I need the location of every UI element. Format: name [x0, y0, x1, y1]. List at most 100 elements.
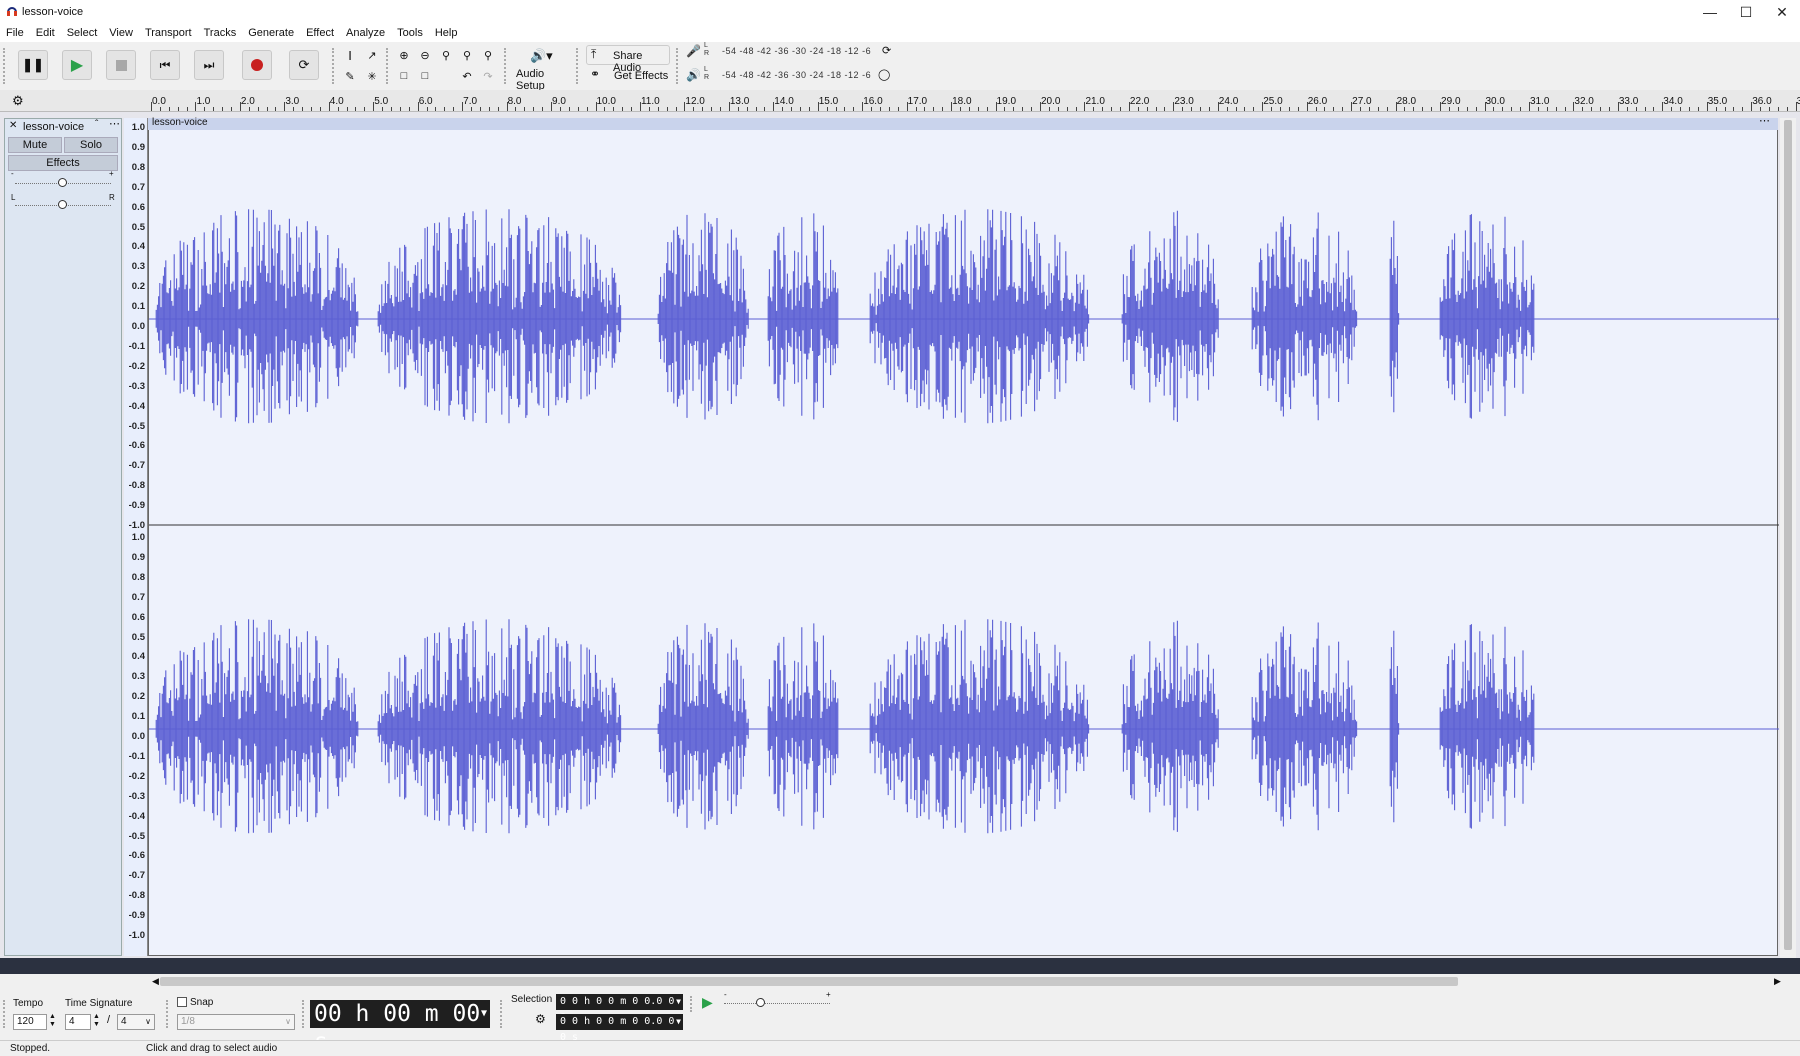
clip-title-bar[interactable]: lesson-voice ⋯	[148, 115, 1778, 130]
selection-grip[interactable]	[500, 1000, 504, 1028]
pan-slider[interactable]	[58, 200, 67, 209]
numerator-spinner-icon[interactable]: ▲ ▼	[93, 1013, 100, 1029]
menu-tools[interactable]: Tools	[397, 27, 423, 39]
zoom-toggle-button[interactable]: ⚲	[478, 45, 498, 65]
selection-end-time[interactable]: 0 0 h 0 0 m 0 0.0 0 0 s ▼	[556, 1014, 683, 1043]
clip-name[interactable]: lesson-voice	[152, 117, 208, 128]
snap-checkbox[interactable]	[177, 997, 187, 1007]
time-grip[interactable]	[302, 1000, 306, 1028]
menu-effect[interactable]: Effect	[306, 27, 334, 39]
timeline-ruler[interactable]: ⚙ 0.0 1.0 2.0 3.0 4.0 5.0 6.0 7.0 8.0 9.0 10.0 11.0…	[0, 90, 1800, 112]
amplitude-label: 0.6	[131, 611, 145, 623]
track-control-panel[interactable]: ✕ lesson-voice ˆ ⋯ Mute Solo Effects - +…	[4, 118, 122, 956]
snap-select[interactable]: 1/8 ∨	[177, 1014, 295, 1030]
collapse-track-icon[interactable]: ˆ	[95, 119, 98, 130]
play-button[interactable]: ▶	[62, 50, 92, 80]
stop-button[interactable]	[106, 50, 136, 80]
record-meter[interactable]: L R -54 -48 -42 -36 -30 -24 -18 -12 -6	[704, 42, 894, 61]
ruler-tick-label: 22.0	[1129, 96, 1150, 107]
menu-select[interactable]: Select	[67, 27, 98, 39]
fit-selection-button[interactable]: ⚲	[436, 45, 456, 65]
zoom-in-button[interactable]: ⊕	[394, 45, 414, 65]
selection-start-time[interactable]: 0 0 h 0 0 m 0 0.0 0 0 s▼	[556, 994, 683, 1023]
menu-file[interactable]: File	[6, 27, 24, 39]
draw-tool-button[interactable]: ✎	[340, 66, 360, 86]
amplitude-label: 0.0	[131, 731, 145, 742]
skip-end-button[interactable]: ⏭	[194, 50, 224, 80]
fit-project-button[interactable]: ⚲	[457, 45, 477, 65]
record-button[interactable]	[242, 50, 272, 80]
horizontal-scroll-thumb[interactable]	[160, 977, 1458, 986]
meter-grip[interactable]	[676, 48, 680, 84]
speed-grip[interactable]	[690, 996, 694, 1012]
play-at-speed-icon[interactable]: ▶	[702, 994, 713, 1011]
tempo-spinner-icon[interactable]: ▲ ▼	[49, 1013, 56, 1029]
ruler-tick-mark	[1342, 107, 1344, 111]
gain-slider[interactable]	[58, 178, 67, 187]
redo-button[interactable]: ↷	[478, 66, 498, 86]
vertical-scroll-thumb[interactable]	[1784, 120, 1792, 950]
scroll-left-icon[interactable]: ◀	[152, 976, 159, 987]
playback-meter-options-icon[interactable]: ◯	[878, 68, 890, 81]
selection-tool-button[interactable]: I	[340, 45, 360, 65]
scroll-right-icon[interactable]: ▶	[1774, 976, 1781, 987]
tools-grip[interactable]	[332, 48, 336, 84]
ruler-tick-mark	[382, 107, 384, 111]
audio-position-time[interactable]: 00 h 00 m 00 s▼	[310, 1000, 490, 1055]
silence-button[interactable]: □	[415, 66, 435, 86]
playback-meter[interactable]: L R -54 -48 -42 -36 -30 -24 -18 -12 -6	[704, 66, 894, 85]
track-menu-icon[interactable]: ⋯	[109, 117, 120, 130]
envelope-tool-button[interactable]: ↗	[362, 45, 382, 65]
amplitude-label: 0.8	[131, 161, 145, 173]
multi-tool-button[interactable]: ✳	[362, 66, 382, 86]
pause-button[interactable]: ❚❚	[18, 50, 48, 80]
mute-button[interactable]: Mute	[8, 137, 62, 153]
undo-button[interactable]: ↶	[457, 66, 477, 86]
audio-setup-button[interactable]: 🔊▾ Audio Setup	[514, 46, 570, 92]
menu-view[interactable]: View	[109, 27, 133, 39]
skip-start-button[interactable]: ⏮	[150, 50, 180, 80]
snap-grip[interactable]	[166, 1000, 170, 1028]
clip-menu-icon[interactable]: ⋯	[1759, 114, 1770, 127]
menu-transport[interactable]: Transport	[145, 27, 192, 39]
record-meter-options-icon[interactable]: ⟳	[882, 44, 891, 57]
close-window-icon[interactable]: ✕	[1764, 0, 1800, 24]
ruler-tick-mark	[622, 107, 624, 111]
waveform-area[interactable]	[148, 118, 1779, 956]
menu-generate[interactable]: Generate	[248, 27, 294, 39]
ruler-tick-mark	[1484, 102, 1486, 111]
minimize-icon[interactable]: —	[1692, 0, 1728, 24]
menu-analyze[interactable]: Analyze	[346, 27, 385, 39]
get-effects-button[interactable]: ⚭ Get Effects	[586, 66, 670, 86]
close-track-icon[interactable]: ✕	[9, 120, 17, 131]
share-audio-button[interactable]: ⤒ Share Audio	[586, 45, 670, 74]
audio-setup-grip[interactable]	[504, 48, 508, 84]
tempo-input[interactable]: 120	[13, 1014, 47, 1030]
selection-settings-icon[interactable]: ⚙	[535, 1012, 546, 1026]
loop-button[interactable]: ⟳	[289, 50, 319, 80]
bottom-grip[interactable]	[3, 1000, 7, 1028]
ruler-tick-mark	[1555, 107, 1557, 111]
solo-button[interactable]: Solo	[64, 137, 118, 153]
zoom-out-button[interactable]: ⊖	[415, 45, 435, 65]
time-signature-numerator[interactable]: 4	[65, 1014, 91, 1030]
maximize-icon[interactable]: ☐	[1728, 0, 1764, 24]
trim-button[interactable]: □	[394, 66, 414, 86]
speed-slider[interactable]	[756, 998, 766, 1007]
track-name[interactable]: lesson-voice	[23, 121, 84, 133]
edit-grip[interactable]	[386, 48, 390, 84]
menu-tracks[interactable]: Tracks	[204, 27, 237, 39]
timeline-settings-icon[interactable]: ⚙	[12, 93, 24, 109]
effects-button[interactable]: Effects	[8, 155, 118, 171]
ruler-tick-mark	[1431, 107, 1433, 111]
ruler-tick-mark	[417, 102, 419, 111]
menu-help[interactable]: Help	[435, 27, 458, 39]
share-grip[interactable]	[576, 48, 580, 84]
ruler-tick-mark	[1306, 102, 1308, 111]
toolbar-grip[interactable]	[3, 48, 7, 84]
ruler-tick-mark	[1164, 107, 1166, 111]
ruler-tick-mark	[773, 102, 775, 111]
amplitude-ruler[interactable]: 1.0 0.9 0.8 0.7 0.6 0.5 0.4 0.3 0.2 0.1 0.0 -0.1 -0.…	[124, 118, 148, 956]
menu-edit[interactable]: Edit	[36, 27, 55, 39]
time-signature-denominator[interactable]: 4 ∨	[117, 1014, 155, 1030]
